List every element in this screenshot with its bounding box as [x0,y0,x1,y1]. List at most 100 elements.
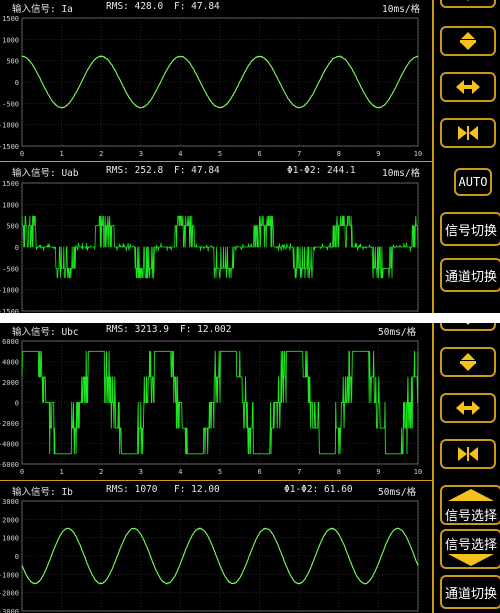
ubc-ytick-label: 4000 [2,359,19,367]
ia-xtick-label: 0 [20,150,24,158]
expand-horizontal-button[interactable] [440,393,496,423]
top-cut-button[interactable] [440,323,496,331]
arrow-down-icon [448,554,494,566]
uab-ytick-label: 500 [6,223,19,231]
uab-ytick-label: 1500 [2,180,19,188]
ubc-header: 输入信号: Ubc RMS: 3213.9 F: 12.002 50ms/格 [0,324,432,338]
ubc-ytick-label: 6000 [2,338,19,346]
ib-ytick-label: 1000 [2,535,19,543]
ubc-ytick-label: 2000 [2,379,19,387]
ubc-xtick-label: 7 [297,468,301,476]
ubc-rms: RMS: 3213.9 [106,324,169,335]
ubc-xtick-label: 6 [257,468,261,476]
ia-xtick-label: 6 [257,150,261,158]
panel-divider [0,161,432,162]
ia-xtick-label: 9 [376,150,380,158]
ib-ytick-label: 3000 [2,498,19,506]
screenshot-gap [0,313,500,323]
uab-ytick-label: 0 [15,244,19,252]
ia-header: 输入信号: Ia RMS: 428.0 F: 47.84 10ms/格 [0,1,432,15]
ia-rms: RMS: 428.0 [106,1,164,12]
top-screenshot: 输入信号: Ia RMS: 428.0 F: 47.84 10ms/格 1500… [0,0,500,313]
channel-switch-button[interactable]: 通道切换 [440,575,500,609]
uab-frequency: F: 47.84 [174,165,220,176]
ib-input-label: 输入信号: Ib [12,487,73,498]
ia-ytick-label: 1500 [2,15,19,23]
ubc-xtick-label: 8 [337,468,341,476]
sidebar-divider [432,323,434,613]
ubc-xtick-label: 0 [20,468,24,476]
ia-ytick-label: -500 [2,100,19,108]
ubc-ytick-label: 0 [15,400,19,408]
expand-horizontal-icon [456,401,480,415]
ia-ytick-label: -1500 [0,143,19,151]
ubc-xtick-label: 10 [414,468,422,476]
ib-panel: 输入信号: Ib RMS: 1070 F: 12.00 Φ1-Φ2: 61.60… [0,482,432,613]
ia-xtick-label: 8 [337,150,341,158]
ib-header: 输入信号: Ib RMS: 1070 F: 12.00 Φ1-Φ2: 61.60… [0,484,432,498]
signal-select-up-button[interactable]: 信号选择 [440,485,500,525]
ia-ytick-label: 1000 [2,36,19,44]
panel-divider [0,480,432,481]
ib-frequency: F: 12.00 [174,484,220,495]
ib-waveform-chart: 3000 2000 1000 0 -1000 -2000 -3000 [0,498,419,613]
ubc-xtick-label: 1 [59,468,63,476]
ubc-xtick-label: 2 [99,468,103,476]
uab-waveform-chart: 150010005000-500-1000-1500 [0,180,419,313]
ia-frequency: F: 47.84 [174,1,220,12]
signal-select-down-label: 信号选择 [444,538,497,553]
ia-ytick-label: 500 [6,58,19,66]
ia-xtick-label: 7 [297,150,301,158]
auto-button[interactable]: AUTO [454,168,492,196]
ubc-timebase: 50ms/格 [378,327,417,338]
ubc-ytick-label: -6000 [0,461,19,469]
uab-header: 输入信号: Uab RMS: 252.8 F: 47.84 Φ1-Φ2: 244… [0,165,432,179]
ib-ytick-label: -1000 [0,571,19,579]
arrow-up-icon [448,489,494,501]
ib-ytick-label: 0 [15,553,19,561]
ubc-panel: 输入信号: Ubc RMS: 3213.9 F: 12.002 50ms/格 6… [0,323,432,478]
expand-vertical-icon [460,32,476,50]
scale-icon [467,0,469,1]
signal-select-up-label: 信号选择 [444,509,497,524]
uab-rms: RMS: 252.8 [106,165,164,176]
scale-icon [466,323,470,325]
uab-phase: Φ1-Φ2: 244.1 [287,165,356,176]
expand-vertical-button[interactable] [440,26,496,56]
uab-input-label: 输入信号: Uab [12,168,79,179]
compress-horizontal-button[interactable] [440,439,496,469]
ubc-xtick-label: 5 [218,468,222,476]
ia-timebase: 10ms/格 [382,4,421,15]
bottom-screenshot: 输入信号: Ubc RMS: 3213.9 F: 12.002 50ms/格 6… [0,323,500,613]
ubc-ytick-label: -2000 [0,420,19,428]
signal-select-down-button[interactable]: 信号选择 [440,529,500,569]
ia-panel: 输入信号: Ia RMS: 428.0 F: 47.84 10ms/格 1500… [0,0,432,160]
compress-horizontal-button[interactable] [440,118,496,148]
ia-ytick-label: 0 [15,79,19,87]
ia-xtick-label: 3 [139,150,143,158]
uab-ytick-label: -500 [2,265,19,273]
channel-switch-button[interactable]: 通道切换 [440,258,500,292]
compress-horizontal-icon [458,126,478,140]
ib-phase: Φ1-Φ2: 61.60 [284,484,353,495]
expand-horizontal-icon [456,80,480,94]
uab-ytick-label: -1000 [0,287,19,295]
ia-xtick-label: 1 [59,150,63,158]
ubc-xtick-label: 4 [178,468,182,476]
ia-ytick-label: -1000 [0,122,19,130]
uab-panel: 输入信号: Uab RMS: 252.8 F: 47.84 Φ1-Φ2: 244… [0,163,432,313]
expand-vertical-button[interactable] [440,347,496,377]
sidebar-divider [432,0,434,313]
ib-timebase: 50ms/格 [378,487,417,498]
ia-xtick-label: 2 [99,150,103,158]
ib-ytick-label: 2000 [2,516,19,524]
ia-xtick-label: 4 [178,150,182,158]
top-cut-button[interactable] [440,0,496,8]
ubc-xtick-label: 3 [139,468,143,476]
ia-xtick-label: 10 [414,150,422,158]
ib-ytick-label: -2000 [0,590,19,598]
ubc-ytick-label: -4000 [0,441,19,449]
signal-switch-button[interactable]: 信号切换 [440,212,500,246]
ubc-input-label: 输入信号: Ubc [12,327,79,338]
expand-horizontal-button[interactable] [440,72,496,102]
